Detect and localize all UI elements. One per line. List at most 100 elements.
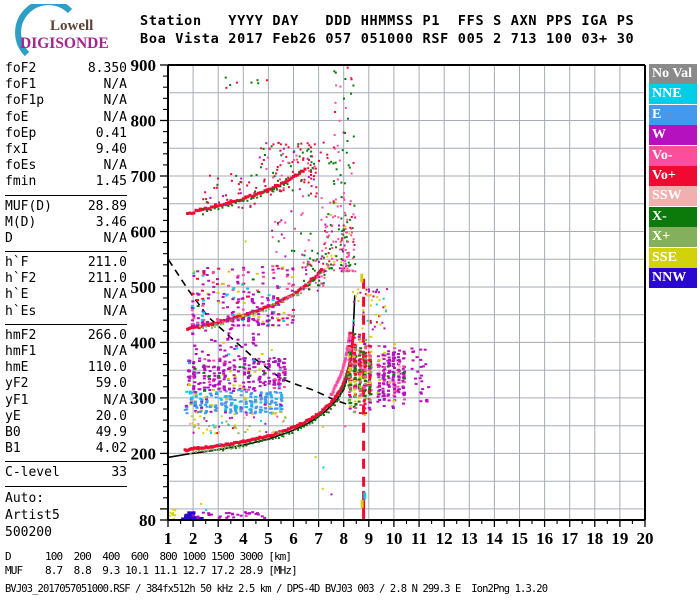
legend-item-vo+: Vo+ bbox=[649, 165, 697, 186]
legend-item-nne: NNE bbox=[649, 84, 697, 105]
param-row-fmin: fmin 1.45 bbox=[5, 174, 127, 190]
param-label: h`F bbox=[5, 255, 29, 271]
param-label: hmE bbox=[5, 360, 29, 376]
svg-text:900: 900 bbox=[131, 56, 157, 75]
param-row-foE: foE N/A bbox=[5, 110, 127, 126]
svg-text:200: 200 bbox=[131, 444, 157, 463]
svg-text:20: 20 bbox=[637, 529, 654, 548]
param-label: C-level bbox=[5, 465, 60, 481]
param-value: 49.9 bbox=[95, 424, 127, 440]
svg-text:2: 2 bbox=[189, 529, 198, 548]
svg-text:400: 400 bbox=[131, 333, 157, 352]
param-value: N/A bbox=[103, 303, 127, 319]
svg-text:14: 14 bbox=[486, 529, 504, 548]
param-row-hmE: hmE 110.0 bbox=[5, 360, 127, 376]
svg-text:4: 4 bbox=[239, 529, 248, 548]
legend-item-no-val: No Val bbox=[649, 64, 697, 84]
param-group-divider bbox=[5, 194, 127, 196]
svg-text:7: 7 bbox=[314, 529, 323, 548]
param-row-h`Es: h`Es N/A bbox=[5, 304, 127, 320]
param-value: N/A bbox=[103, 392, 127, 408]
svg-text:12: 12 bbox=[436, 529, 453, 548]
param-row-foEp: foEp 0.41 bbox=[5, 126, 127, 142]
param-label: foEp bbox=[5, 125, 37, 141]
param-row-fxI: fxI 9.40 bbox=[5, 142, 127, 158]
legend-item-e: E bbox=[649, 104, 697, 125]
param-row-MUF(D): MUF(D) 28.89 bbox=[5, 199, 127, 215]
ionogram-page: Lowell DIGISONDE Station YYYY DAY DDD HH… bbox=[0, 0, 700, 600]
svg-text:3: 3 bbox=[214, 529, 223, 548]
parameter-panel: foF2 8.350 foF1 N/A foF1p N/A foE N/A foEp 0.41 fx… bbox=[5, 61, 127, 541]
param-row-foF2: foF2 8.350 bbox=[5, 61, 127, 77]
param-value: N/A bbox=[103, 287, 127, 303]
param-label: D bbox=[5, 230, 13, 246]
param-group-divider bbox=[5, 461, 127, 463]
param-row-hmF1: hmF1 N/A bbox=[5, 344, 127, 360]
param-row-yF1: yF1 N/A bbox=[5, 393, 127, 409]
param-label: foEs bbox=[5, 158, 37, 174]
param-value: 211.0 bbox=[87, 271, 127, 287]
svg-text:10: 10 bbox=[385, 529, 402, 548]
param-label: fmin bbox=[5, 174, 37, 190]
param-label: foF2 bbox=[5, 61, 37, 76]
param-value: N/A bbox=[103, 230, 127, 246]
svg-text:8: 8 bbox=[339, 529, 348, 548]
param-value: 8.350 bbox=[87, 61, 127, 76]
param-value: 28.89 bbox=[87, 198, 127, 214]
param-row-h`F: h`F 211.0 bbox=[5, 255, 127, 271]
param-label: fxI bbox=[5, 141, 29, 157]
param-value: 110.0 bbox=[87, 360, 127, 376]
svg-text:6: 6 bbox=[289, 529, 298, 548]
param-row-h`E: h`E N/A bbox=[5, 287, 127, 303]
svg-text:1: 1 bbox=[164, 529, 173, 548]
param-group-divider bbox=[5, 251, 127, 253]
autoscaling-info-line: 500200 bbox=[5, 524, 52, 540]
param-row-foF1p: foF1p N/A bbox=[5, 93, 127, 109]
param-label: M(D) bbox=[5, 214, 37, 230]
param-row-M(D): M(D) 3.46 bbox=[5, 215, 127, 231]
footer: D 100 200 400 600 800 1000 1500 3000 [km… bbox=[5, 550, 548, 596]
legend-item-ssw: SSW bbox=[649, 186, 697, 207]
param-value: N/A bbox=[103, 93, 127, 109]
muf-row: MUF 8.7 8.8 9.3 10.1 11.1 12.7 17.2 28.9… bbox=[5, 564, 298, 577]
param-value: 1.45 bbox=[95, 174, 127, 190]
param-value: 266.0 bbox=[87, 327, 127, 343]
legend-item-sse: SSE bbox=[649, 247, 697, 268]
param-row-B1: B1 4.02 bbox=[5, 441, 127, 457]
param-row-B0: B0 49.9 bbox=[5, 425, 127, 441]
param-row-yF2: yF2 59.0 bbox=[5, 376, 127, 392]
param-row-C-level: C-level 33 bbox=[5, 465, 127, 481]
param-label: h`F2 bbox=[5, 271, 37, 287]
svg-text:11: 11 bbox=[411, 529, 427, 548]
param-label: B0 bbox=[5, 424, 21, 440]
param-value: N/A bbox=[103, 344, 127, 359]
param-row-foF1: foF1 N/A bbox=[5, 77, 127, 93]
param-label: yF2 bbox=[5, 376, 29, 392]
svg-text:80: 80 bbox=[139, 511, 156, 530]
param-label: B1 bbox=[5, 441, 21, 457]
param-label: h`E bbox=[5, 287, 29, 303]
param-value: 59.0 bbox=[95, 376, 127, 392]
svg-text:19: 19 bbox=[611, 529, 628, 548]
param-label: hmF2 bbox=[5, 327, 37, 343]
param-value: N/A bbox=[103, 109, 127, 125]
svg-text:300: 300 bbox=[131, 389, 157, 408]
param-value: N/A bbox=[103, 158, 127, 174]
param-value: 0.41 bbox=[95, 125, 127, 141]
svg-text:16: 16 bbox=[536, 529, 553, 548]
svg-text:700: 700 bbox=[131, 167, 157, 186]
param-label: yF1 bbox=[5, 392, 29, 408]
param-label: yE bbox=[5, 408, 21, 424]
svg-text:800: 800 bbox=[131, 111, 157, 130]
param-value: 211.0 bbox=[87, 255, 127, 271]
param-group-divider bbox=[5, 323, 127, 325]
svg-text:18: 18 bbox=[586, 529, 603, 548]
file-info-line: BVJ03_2017057051000.RSF / 384fx512h 50 k… bbox=[5, 583, 548, 595]
param-label: hmF1 bbox=[5, 344, 37, 359]
svg-text:15: 15 bbox=[511, 529, 528, 548]
legend-item-x+: X+ bbox=[649, 227, 697, 248]
autoscaling-info-line: Artist5 bbox=[5, 507, 60, 523]
direction-legend: No Val NNE E W Vo- Vo+ SSW X- X+ SSE NNW bbox=[649, 64, 697, 288]
svg-text:13: 13 bbox=[461, 529, 478, 548]
legend-item-x-: X- bbox=[649, 206, 697, 227]
